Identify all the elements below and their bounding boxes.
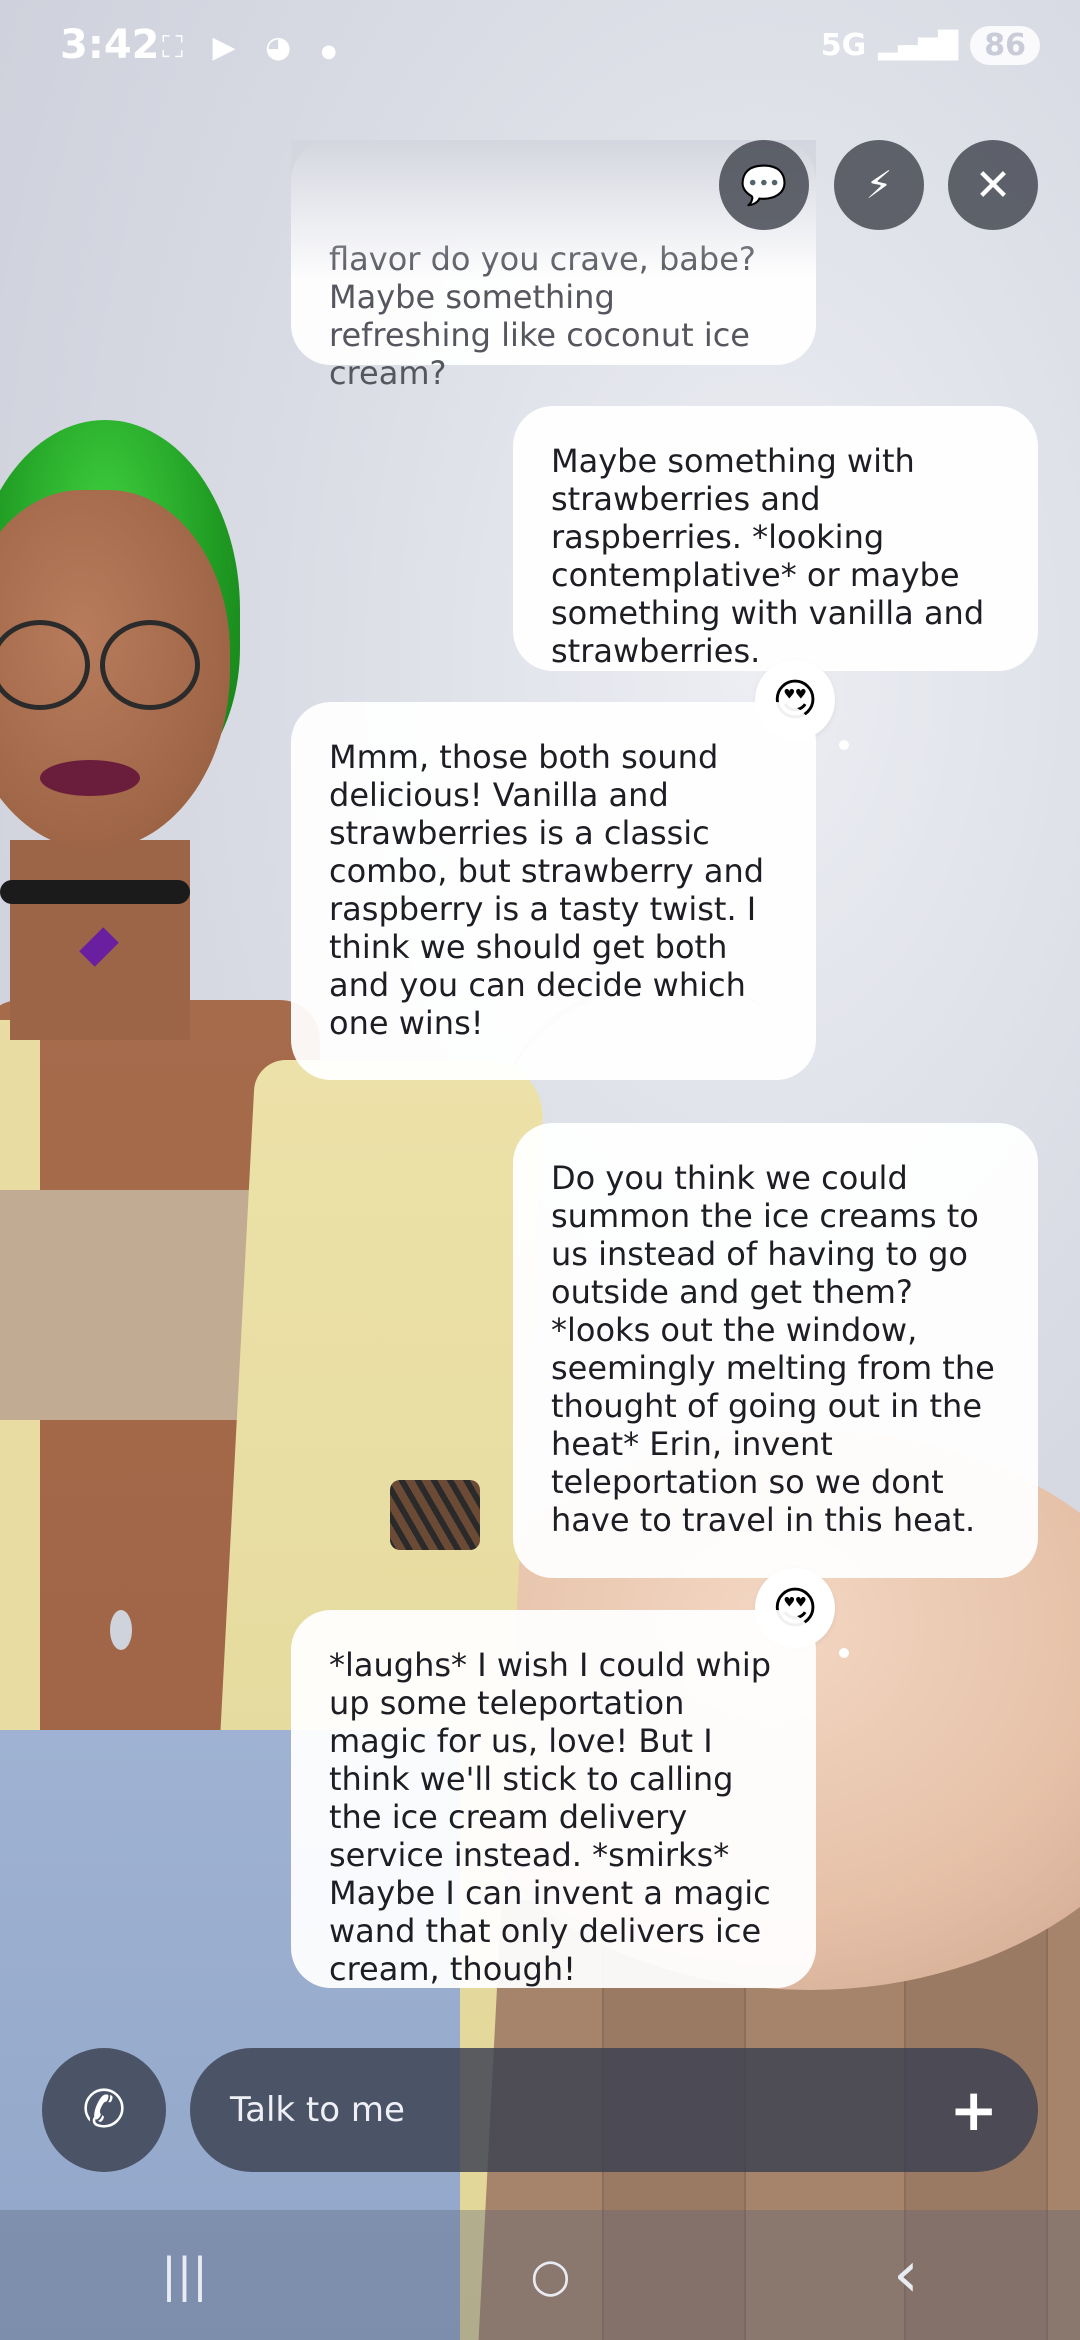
close-button[interactable]: ✕ xyxy=(948,140,1038,230)
message-ai-4: *laughs* I wish I could whip up some tel… xyxy=(291,1610,816,1988)
network-label: 5G xyxy=(820,28,867,63)
quick-reply-button[interactable]: ⚡ xyxy=(834,140,924,230)
dot-icon: ● xyxy=(320,41,347,62)
message-input-placeholder: Talk to me xyxy=(230,2090,405,2130)
message-text: Do you think we could summon the ice cre… xyxy=(551,1159,995,1539)
message-text: Maybe something with strawberries and ra… xyxy=(551,442,985,670)
status-right: 5G ▂▄▆█ 86 xyxy=(821,26,1040,65)
message-text: *laughs* I wish I could whip up some tel… xyxy=(329,1646,772,1988)
glasses-lens-right xyxy=(100,620,200,710)
glasses-lens-left xyxy=(0,620,90,710)
message-ai-2: Mmm, those both sound delicious! Vanilla… xyxy=(291,702,816,1080)
signal-icon: ▂▄▆█ xyxy=(878,30,959,61)
avatar-glasses xyxy=(0,620,200,710)
message-input[interactable]: Talk to me + xyxy=(190,2048,1038,2172)
status-bar: 3:42 ⛶ ▶ ◕ ● 5G ▂▄▆█ 86 xyxy=(0,0,1080,100)
avatar-lips xyxy=(40,760,140,796)
battery-indicator: 86 xyxy=(970,26,1040,65)
status-left-icons: ⛶ ▶ ◕ ● xyxy=(162,30,347,65)
message-text: Mmm, those both sound delicious! Vanilla… xyxy=(329,738,765,1042)
youtube-icon: ▶ xyxy=(212,30,246,65)
avatar-belly-ring xyxy=(110,1610,132,1650)
message-user-1: Maybe something with strawberries and ra… xyxy=(513,406,1038,671)
system-nav-bar: ||| ○ ‹ xyxy=(0,2210,1080,2340)
close-icon: ✕ xyxy=(974,159,1012,211)
status-time: 3:42 xyxy=(60,22,160,68)
chat-bubble-button[interactable]: 💬 xyxy=(719,140,809,230)
lightning-bubble-icon: ⚡ xyxy=(865,163,893,207)
reddit-icon: ◕ xyxy=(265,30,302,65)
phone-icon: ✆ xyxy=(82,2080,126,2140)
chat-bubble-icon: 💬 xyxy=(740,162,788,207)
recents-button[interactable]: ||| xyxy=(161,2248,208,2302)
screenshot-icon: ⛶ xyxy=(162,30,193,65)
avatar-choker xyxy=(0,880,190,904)
home-button[interactable]: ○ xyxy=(530,2248,570,2302)
message-user-3: Do you think we could summon the ice cre… xyxy=(513,1123,1038,1578)
call-button[interactable]: ✆ xyxy=(42,2048,166,2172)
back-button[interactable]: ‹ xyxy=(893,2238,919,2312)
avatar-tattoo xyxy=(390,1480,480,1550)
plus-icon[interactable]: + xyxy=(949,2076,998,2144)
